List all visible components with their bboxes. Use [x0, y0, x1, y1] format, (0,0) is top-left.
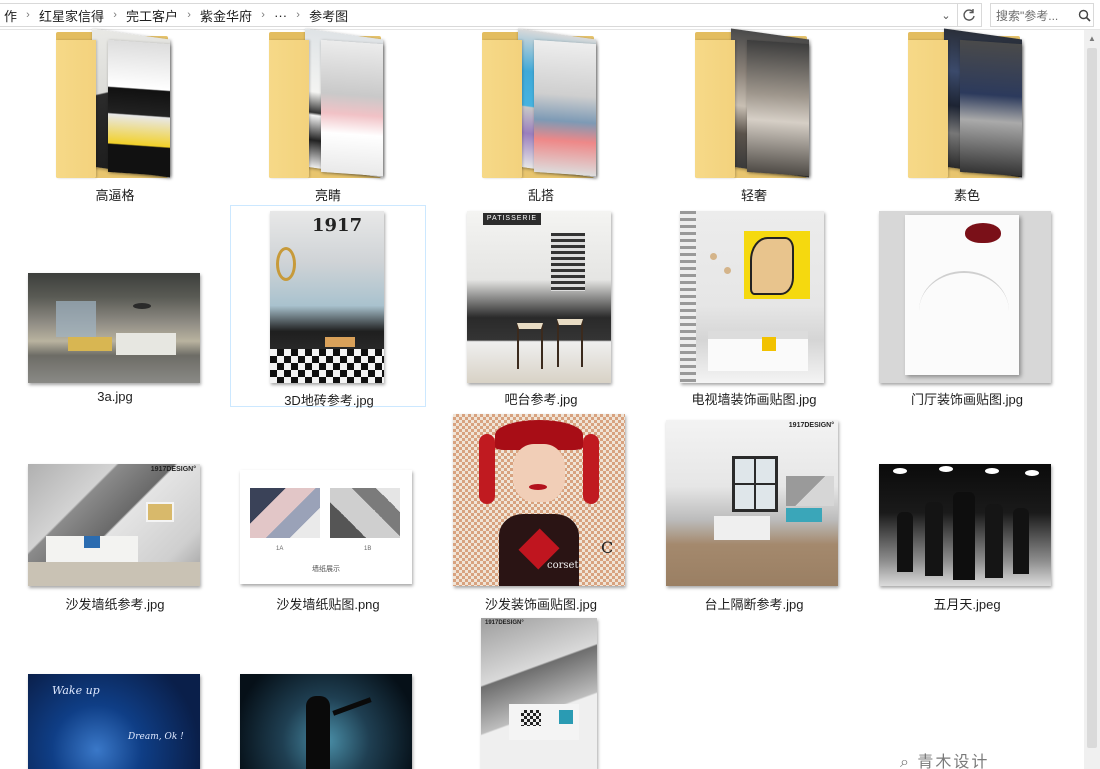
- image-thumbnail: 1917DESIGN°: [481, 618, 597, 769]
- breadcrumb-separator-icon[interactable]: ›: [182, 9, 196, 21]
- folder-name: 高逼格: [95, 188, 135, 203]
- image-thumbnail: [879, 464, 1051, 586]
- thumbnail-text: PATISSERIE: [483, 213, 541, 225]
- thumbnail-text: 1917DESIGN°: [788, 422, 834, 429]
- address-bar: 作 › 红星家信得 › 完工客户 › 紫金华府 › ··· › 参考图 ⌄ 搜索…: [0, 0, 1100, 30]
- breadcrumb-separator-icon[interactable]: ›: [291, 9, 305, 21]
- folder-item[interactable]: 乱搭: [443, 28, 639, 204]
- folder-item[interactable]: 轻奢: [656, 28, 852, 204]
- watermark: ⌕ 青木设计: [900, 754, 990, 769]
- breadcrumb-separator-icon[interactable]: ›: [108, 9, 122, 21]
- image-thumbnail: PATISSERIE: [467, 211, 611, 383]
- breadcrumb-separator-icon[interactable]: ›: [256, 9, 270, 21]
- image-thumbnail: 1917DESIGN°: [666, 420, 838, 586]
- file-item[interactable]: [230, 614, 426, 769]
- breadcrumb-item-current[interactable]: 参考图: [305, 6, 352, 25]
- image-thumbnail: Wake up Dream, Ok !: [28, 674, 200, 769]
- file-name: 沙发墙纸贴图.png: [276, 597, 380, 612]
- file-item[interactable]: 1A 1B 墙纸展示 沙发墙纸贴图.png: [230, 410, 426, 612]
- file-name: 3a.jpg: [97, 389, 133, 404]
- image-thumbnail: [879, 211, 1051, 383]
- search-icon[interactable]: [1075, 9, 1093, 22]
- file-item[interactable]: 3a.jpg: [17, 205, 213, 407]
- scrollbar-thumb[interactable]: [1087, 48, 1097, 748]
- breadcrumb-item-zijin[interactable]: 紫金华府: [196, 6, 256, 25]
- file-item[interactable]: 五月天.jpeg: [869, 410, 1065, 612]
- file-item[interactable]: 1917DESIGN° 台上隔断参考.jpg: [656, 410, 852, 612]
- file-name: 沙发装饰画贴图.jpg: [485, 597, 597, 612]
- breadcrumb-item-completed[interactable]: 完工客户: [122, 6, 182, 25]
- thumbnail-text: C: [601, 538, 614, 557]
- file-item[interactable]: 1917DESIGN°: [443, 614, 639, 769]
- file-name: 3D地砖参考.jpg: [284, 393, 374, 408]
- folder-item[interactable]: 素色: [869, 28, 1065, 204]
- file-name: 台上隔断参考.jpg: [704, 597, 804, 612]
- file-item[interactable]: 1917DESIGN° 沙发墙纸参考.jpg: [17, 410, 213, 612]
- file-item[interactable]: PATISSERIE 吧台参考.jpg: [443, 205, 639, 407]
- image-thumbnail: 1917DESIGN°: [28, 464, 200, 586]
- thumbnail-text: 1917DESIGN°: [485, 620, 524, 626]
- image-thumbnail: [28, 273, 200, 383]
- thumbnail-text: Wake up: [52, 684, 100, 697]
- image-thumbnail: C corset: [453, 414, 625, 586]
- search-input[interactable]: 搜索"参考...: [990, 3, 1094, 27]
- file-item-selected[interactable]: 1917 3D地砖参考.jpg: [230, 205, 426, 408]
- file-item[interactable]: 电视墙装饰画贴图.jpg: [656, 205, 852, 407]
- search-placeholder: 搜索"参考...: [996, 8, 1059, 23]
- thumbnail-text: Dream, Ok !: [128, 732, 184, 742]
- folder-item[interactable]: 亮睛: [230, 28, 426, 204]
- breadcrumb-item-hongxing[interactable]: 红星家信得: [35, 6, 108, 25]
- image-thumbnail: [680, 211, 824, 383]
- breadcrumb-item-work[interactable]: 作: [0, 6, 21, 25]
- folder-name: 素色: [953, 188, 980, 203]
- thumbnail-text: 1917DESIGN°: [150, 466, 196, 473]
- file-name: 沙发墙纸参考.jpg: [65, 597, 165, 612]
- image-thumbnail: 1A 1B 墙纸展示: [240, 470, 412, 584]
- history-dropdown-icon[interactable]: ⌄: [937, 4, 955, 26]
- breadcrumb-item-hidden[interactable]: ···: [270, 8, 291, 23]
- vertical-scrollbar[interactable]: ▲: [1084, 30, 1100, 769]
- image-thumbnail: 1917: [270, 211, 384, 383]
- refresh-icon[interactable]: [957, 4, 979, 26]
- breadcrumb[interactable]: 作 › 红星家信得 › 完工客户 › 紫金华府 › ··· › 参考图 ⌄: [0, 3, 982, 27]
- file-name: 吧台参考.jpg: [504, 392, 578, 407]
- file-name: 门厅装饰画贴图.jpg: [911, 392, 1023, 407]
- scroll-up-icon[interactable]: ▲: [1084, 30, 1100, 46]
- folder-item[interactable]: 高逼格: [17, 28, 213, 204]
- file-item[interactable]: C corset 沙发装饰画贴图.jpg: [443, 410, 639, 612]
- file-name: 电视墙装饰画贴图.jpg: [691, 392, 817, 407]
- file-item[interactable]: 门厅装饰画贴图.jpg: [869, 205, 1065, 407]
- folder-name: 轻奢: [740, 188, 767, 203]
- breadcrumb-separator-icon[interactable]: ›: [21, 9, 35, 21]
- folder-name: 乱搭: [527, 188, 554, 203]
- folder-name: 亮睛: [314, 188, 341, 203]
- file-item[interactable]: Wake up Dream, Ok !: [17, 614, 213, 769]
- thumbnail-text: 1A: [276, 546, 284, 552]
- file-name: 五月天.jpeg: [933, 597, 1001, 612]
- image-thumbnail: [240, 674, 412, 769]
- thumbnail-text: 墙纸展示: [312, 566, 340, 573]
- thumbnail-text: 1917: [312, 215, 363, 236]
- thumbnail-text: 1B: [364, 546, 372, 552]
- thumbnail-text: corset: [547, 560, 579, 571]
